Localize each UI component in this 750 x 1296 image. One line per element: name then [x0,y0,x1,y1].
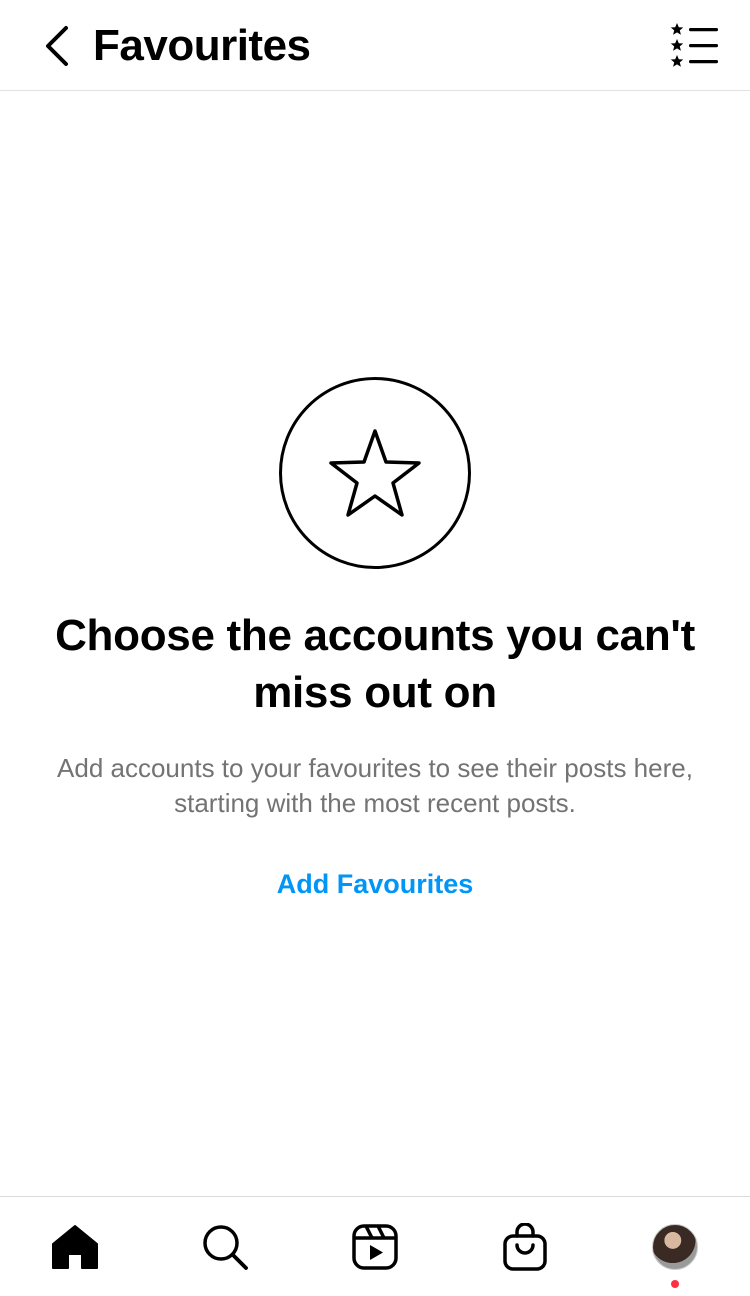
page-title: Favourites [93,21,311,70]
search-icon [203,1225,248,1270]
add-favourites-button[interactable]: Add Favourites [277,869,474,900]
star-icon [329,429,421,517]
tab-shop[interactable] [499,1221,551,1273]
reels-icon [352,1224,398,1270]
tab-home[interactable] [49,1221,101,1273]
star-circle [279,377,471,569]
empty-state-headline: Choose the accounts you can't miss out o… [55,611,695,717]
home-icon [52,1225,98,1269]
avatar [652,1224,698,1270]
back-button[interactable] [36,22,76,70]
tab-search[interactable] [199,1221,251,1273]
tab-profile[interactable] [649,1221,701,1273]
header-bar: Favourites [0,0,750,91]
chevron-left-icon [46,26,68,66]
favourites-list-button[interactable] [668,20,720,70]
star-list-icon [670,23,718,67]
empty-state-description: Add accounts to your favourites to see t… [57,753,693,818]
empty-state: Choose the accounts you can't miss out o… [0,377,750,900]
tab-reels[interactable] [349,1221,401,1273]
notification-dot [671,1280,679,1288]
bottom-tab-bar [0,1196,750,1296]
shopping-bag-icon [503,1223,547,1271]
